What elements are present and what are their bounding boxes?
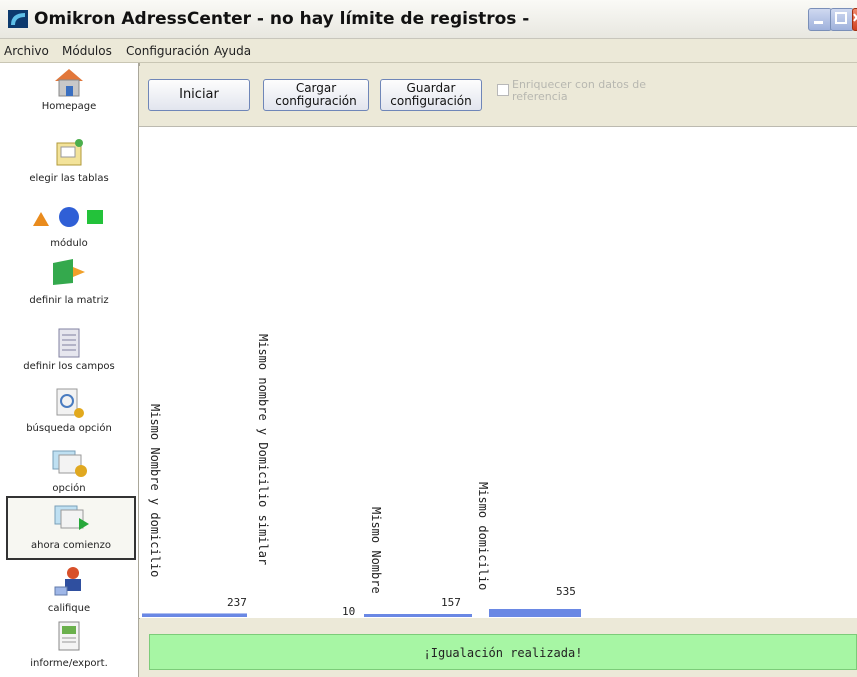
chart-category-label: Mismo Nombre xyxy=(369,507,383,594)
window-title: Omikron AdressCenter - no hay límite de … xyxy=(34,9,530,29)
cargar-configuracion-button[interactable]: Cargar configuración xyxy=(263,79,369,111)
sidebar-item-ahora-comienzo[interactable]: ahora comienzo xyxy=(6,496,136,560)
fields-list-icon xyxy=(58,328,80,358)
chart-category-label: Mismo nombre y Domicilio similar xyxy=(256,334,270,565)
guardar-configuracion-button[interactable]: Guardar configuración xyxy=(380,79,482,111)
menu-archivo[interactable]: Archivo xyxy=(4,44,49,58)
chart-category-label: Mismo Nombre y domicilio xyxy=(148,404,162,577)
sidebar-item-elegir-tablas[interactable]: elegir las tablas xyxy=(6,133,132,189)
close-button[interactable] xyxy=(852,8,857,31)
button-label-line: configuración xyxy=(390,94,472,108)
title-bar: Omikron AdressCenter - no hay límite de … xyxy=(0,0,857,39)
sidebar-item-califique[interactable]: califique xyxy=(6,563,132,619)
results-chart-svg: Mismo Nombre y domicilio Mismo nombre y D… xyxy=(142,334,581,618)
chart-value-label: 10 xyxy=(342,605,355,618)
sidebar-item-homepage[interactable]: Homepage xyxy=(6,63,132,119)
enriquecer-label: Enriquecer con datos de referencia xyxy=(512,79,692,103)
app-window: Omikron AdressCenter - no hay límite de … xyxy=(0,0,857,677)
chart-bar xyxy=(489,609,581,617)
menu-configuracion[interactable]: Configuración xyxy=(126,44,209,58)
sidebar-item-label: elegir las tablas xyxy=(29,173,109,184)
chart-value-label: 237 xyxy=(227,596,247,609)
sidebar-item-definir-campos[interactable]: definir los campos xyxy=(6,325,132,381)
cards-arrow-icon xyxy=(54,505,89,530)
house-icon xyxy=(55,69,83,97)
sidebar-item-label: ahora comienzo xyxy=(31,540,111,551)
chart-bar xyxy=(142,613,247,617)
matrix-arrow-icon xyxy=(53,259,85,285)
minimize-icon xyxy=(814,21,823,24)
status-message: ¡Igualación realizada! xyxy=(149,634,857,670)
sidebar: Homepage elegir las tablas módulo defini… xyxy=(0,63,140,677)
checkbox-label-line: referencia xyxy=(512,90,568,103)
sidebar-item-label: Homepage xyxy=(41,101,97,112)
sidebar-item-definir-matriz[interactable]: definir la matriz xyxy=(6,253,132,309)
person-rating-icon xyxy=(54,567,81,596)
report-export-icon xyxy=(58,621,80,651)
menu-ayuda[interactable]: Ayuda xyxy=(214,44,251,58)
minimize-button[interactable] xyxy=(808,8,832,31)
sidebar-item-busqueda-opcion[interactable]: búsqueda opción xyxy=(6,385,132,441)
chart-category-label: Mismo domicilio xyxy=(476,482,490,590)
sidebar-item-label: califique xyxy=(47,603,91,614)
sidebar-item-label: definir la matriz xyxy=(29,295,109,306)
status-bar: ¡Igualación realizada! xyxy=(139,619,857,677)
sidebar-item-informe-export[interactable]: informe/export. xyxy=(6,618,132,674)
sidebar-item-opcion[interactable]: opción xyxy=(6,443,132,499)
toolbar: Iniciar Cargar configuración Guardar con… xyxy=(139,66,857,127)
maximize-button[interactable] xyxy=(830,8,854,31)
chart-value-label: 157 xyxy=(441,596,461,609)
table-folder-icon xyxy=(56,139,83,166)
sidebar-item-label: módulo xyxy=(50,238,88,249)
chart-value-label: 535 xyxy=(556,585,576,598)
chart-bar xyxy=(364,614,472,617)
enriquecer-checkbox[interactable] xyxy=(497,84,509,96)
iniciar-button[interactable]: Iniciar xyxy=(148,79,250,111)
button-label-line: configuración xyxy=(275,94,357,108)
sidebar-item-label: informe/export. xyxy=(30,658,108,669)
sidebar-item-label: búsqueda opción xyxy=(26,423,112,434)
cards-gear-icon xyxy=(52,450,87,477)
maximize-icon xyxy=(835,12,847,24)
shapes-icon xyxy=(33,207,103,227)
results-chart: Mismo Nombre y domicilio Mismo nombre y D… xyxy=(139,127,857,618)
sidebar-item-label: definir los campos xyxy=(23,361,115,372)
menu-modulos[interactable]: Módulos xyxy=(62,44,112,58)
sidebar-item-modulo[interactable]: módulo xyxy=(6,198,132,254)
sidebar-item-label: opción xyxy=(52,483,86,494)
close-icon xyxy=(853,13,857,22)
search-gear-icon xyxy=(56,388,84,418)
app-logo-icon xyxy=(8,10,28,28)
menu-bar: Archivo Módulos Configuración Ayuda xyxy=(0,40,857,63)
